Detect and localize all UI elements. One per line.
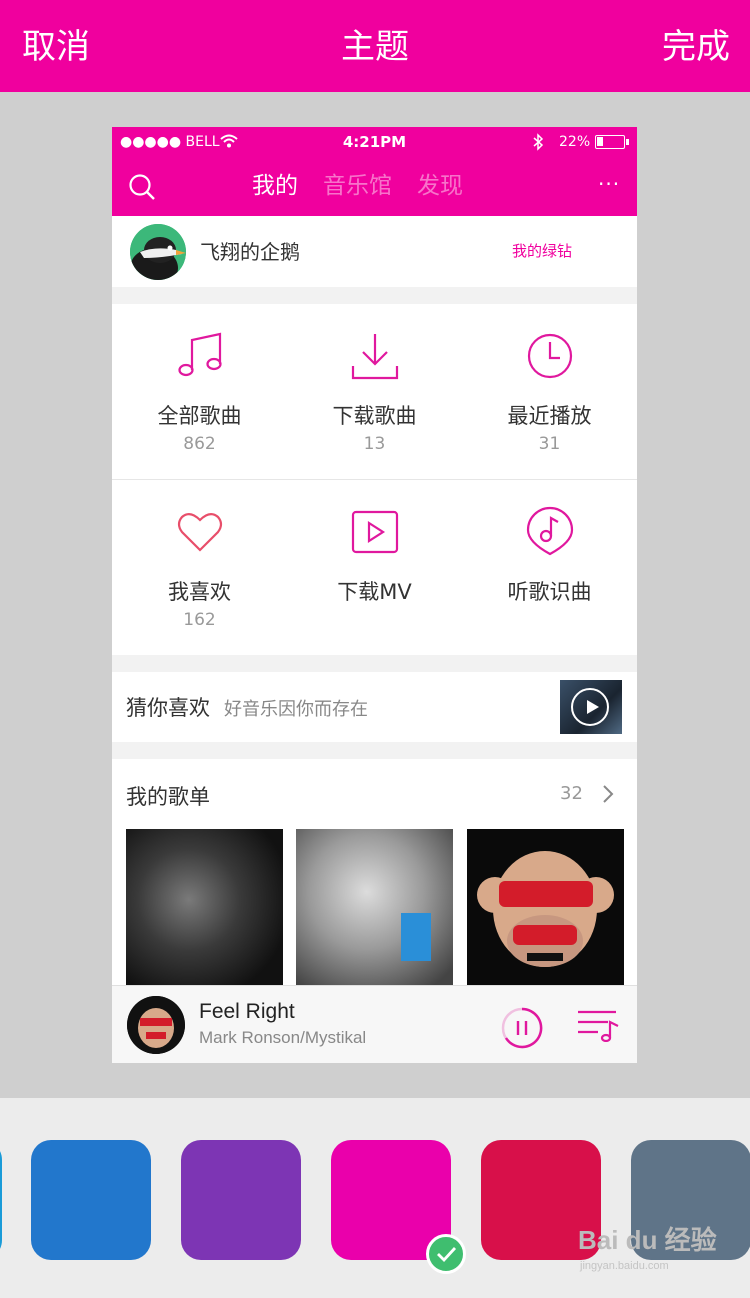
music-recognition-icon xyxy=(526,506,574,556)
tab-discover[interactable]: 发现 xyxy=(417,169,463,203)
playlists-count: 32 xyxy=(560,783,583,804)
music-note-icon xyxy=(178,332,222,377)
grid-item-download-mv[interactable]: 下载MV xyxy=(287,480,462,655)
library-grid: 全部歌曲 862 下载歌曲 13 最近播放 31 我喜欢 162 下载MV 听歌… xyxy=(112,304,637,655)
cover-blue-card xyxy=(401,913,431,961)
grid-item-count: 162 xyxy=(183,610,216,630)
grid-item-label: 最近播放 xyxy=(507,404,592,428)
grid-item-count: 13 xyxy=(363,434,386,454)
grid-item-label: 下载MV xyxy=(337,580,412,604)
guess-you-like-row[interactable]: 猜你喜欢 好音乐因你而存在 xyxy=(112,672,637,742)
cancel-button[interactable]: 取消 xyxy=(22,26,90,68)
grid-item-downloads[interactable]: 下载歌曲 13 xyxy=(287,304,462,479)
now-playing-artist: Mark Ronson/Mystikal xyxy=(199,1028,367,1047)
album-art-icon xyxy=(127,996,185,1054)
theme-swatch-purple[interactable] xyxy=(181,1140,301,1260)
grid-item-label: 下载歌曲 xyxy=(332,404,417,428)
tab-mine[interactable]: 我的 xyxy=(252,169,298,203)
bluetooth-icon xyxy=(533,133,544,151)
user-name: 飞翔的企鹅 xyxy=(200,240,300,264)
grid-item-label: 听歌识曲 xyxy=(507,580,592,604)
heart-icon xyxy=(177,513,223,552)
search-icon[interactable] xyxy=(128,173,156,201)
playlist-queue-icon[interactable] xyxy=(576,1008,620,1042)
guess-title: 猜你喜欢 xyxy=(126,696,210,720)
avatar[interactable] xyxy=(130,224,186,280)
theme-swatch-partial[interactable] xyxy=(0,1140,2,1260)
download-icon xyxy=(351,334,399,380)
battery-icon xyxy=(595,135,629,149)
guess-video-thumbnail[interactable] xyxy=(560,680,622,734)
top-bar: 取消 主题 完成 xyxy=(0,0,750,92)
preview-header: ●●●●● BELL 4:21PM 22% 我的 音乐馆 发现 ··· xyxy=(112,127,637,216)
pause-icon[interactable] xyxy=(500,1006,544,1050)
clock-icon xyxy=(527,333,573,379)
more-icon[interactable]: ··· xyxy=(598,172,620,196)
mini-player[interactable]: Feel Right Mark Ronson/Mystikal xyxy=(112,985,637,1063)
play-icon xyxy=(571,688,609,726)
penguin-icon xyxy=(130,224,186,280)
tab-bar: 我的 音乐馆 发现 xyxy=(252,169,488,203)
now-playing-artwork[interactable] xyxy=(127,996,185,1054)
watermark-url: jingyan.baidu.com xyxy=(580,1260,669,1272)
monkey-art-icon xyxy=(467,829,624,986)
playlist-cover[interactable] xyxy=(467,829,624,986)
grid-item-label: 我喜欢 xyxy=(168,580,231,604)
theme-swatch-blue[interactable] xyxy=(31,1140,151,1260)
tab-music-hall[interactable]: 音乐馆 xyxy=(323,169,392,203)
grid-item-favorites[interactable]: 我喜欢 162 xyxy=(112,480,287,655)
grid-item-count: 862 xyxy=(183,434,216,454)
now-playing-title: Feel Right xyxy=(199,1000,295,1023)
page-title: 主题 xyxy=(341,27,409,67)
theme-preview: ●●●●● BELL 4:21PM 22% 我的 音乐馆 发现 ··· 飞翔的企… xyxy=(112,127,637,1063)
grid-item-recent[interactable]: 最近播放 31 xyxy=(462,304,637,479)
chevron-right-icon[interactable] xyxy=(602,784,614,804)
watermark-logo: Bai du 经验 xyxy=(578,1225,717,1255)
playlist-cover[interactable] xyxy=(296,829,453,986)
grid-item-all-songs[interactable]: 全部歌曲 862 xyxy=(112,304,287,479)
grid-item-song-recognition[interactable]: 听歌识曲 xyxy=(462,480,637,655)
guess-subtitle: 好音乐因你而存在 xyxy=(224,699,368,720)
baidu-watermark: Bai du 经验 jingyan.baidu.com xyxy=(578,1220,717,1272)
grid-item-count: 31 xyxy=(538,434,561,454)
user-row[interactable]: 飞翔的企鹅 我的绿钻 xyxy=(112,216,637,287)
selected-check-icon xyxy=(426,1234,466,1274)
done-button[interactable]: 完成 xyxy=(662,26,730,68)
playlists-title: 我的歌单 xyxy=(126,785,210,809)
status-bar: ●●●●● BELL 4:21PM 22% xyxy=(112,127,637,157)
vip-link[interactable]: 我的绿钻 xyxy=(512,240,572,261)
grid-item-label: 全部歌曲 xyxy=(157,404,242,428)
playlist-cover[interactable] xyxy=(126,829,283,986)
video-play-icon xyxy=(351,510,399,554)
battery-percent: 22% xyxy=(559,134,591,150)
